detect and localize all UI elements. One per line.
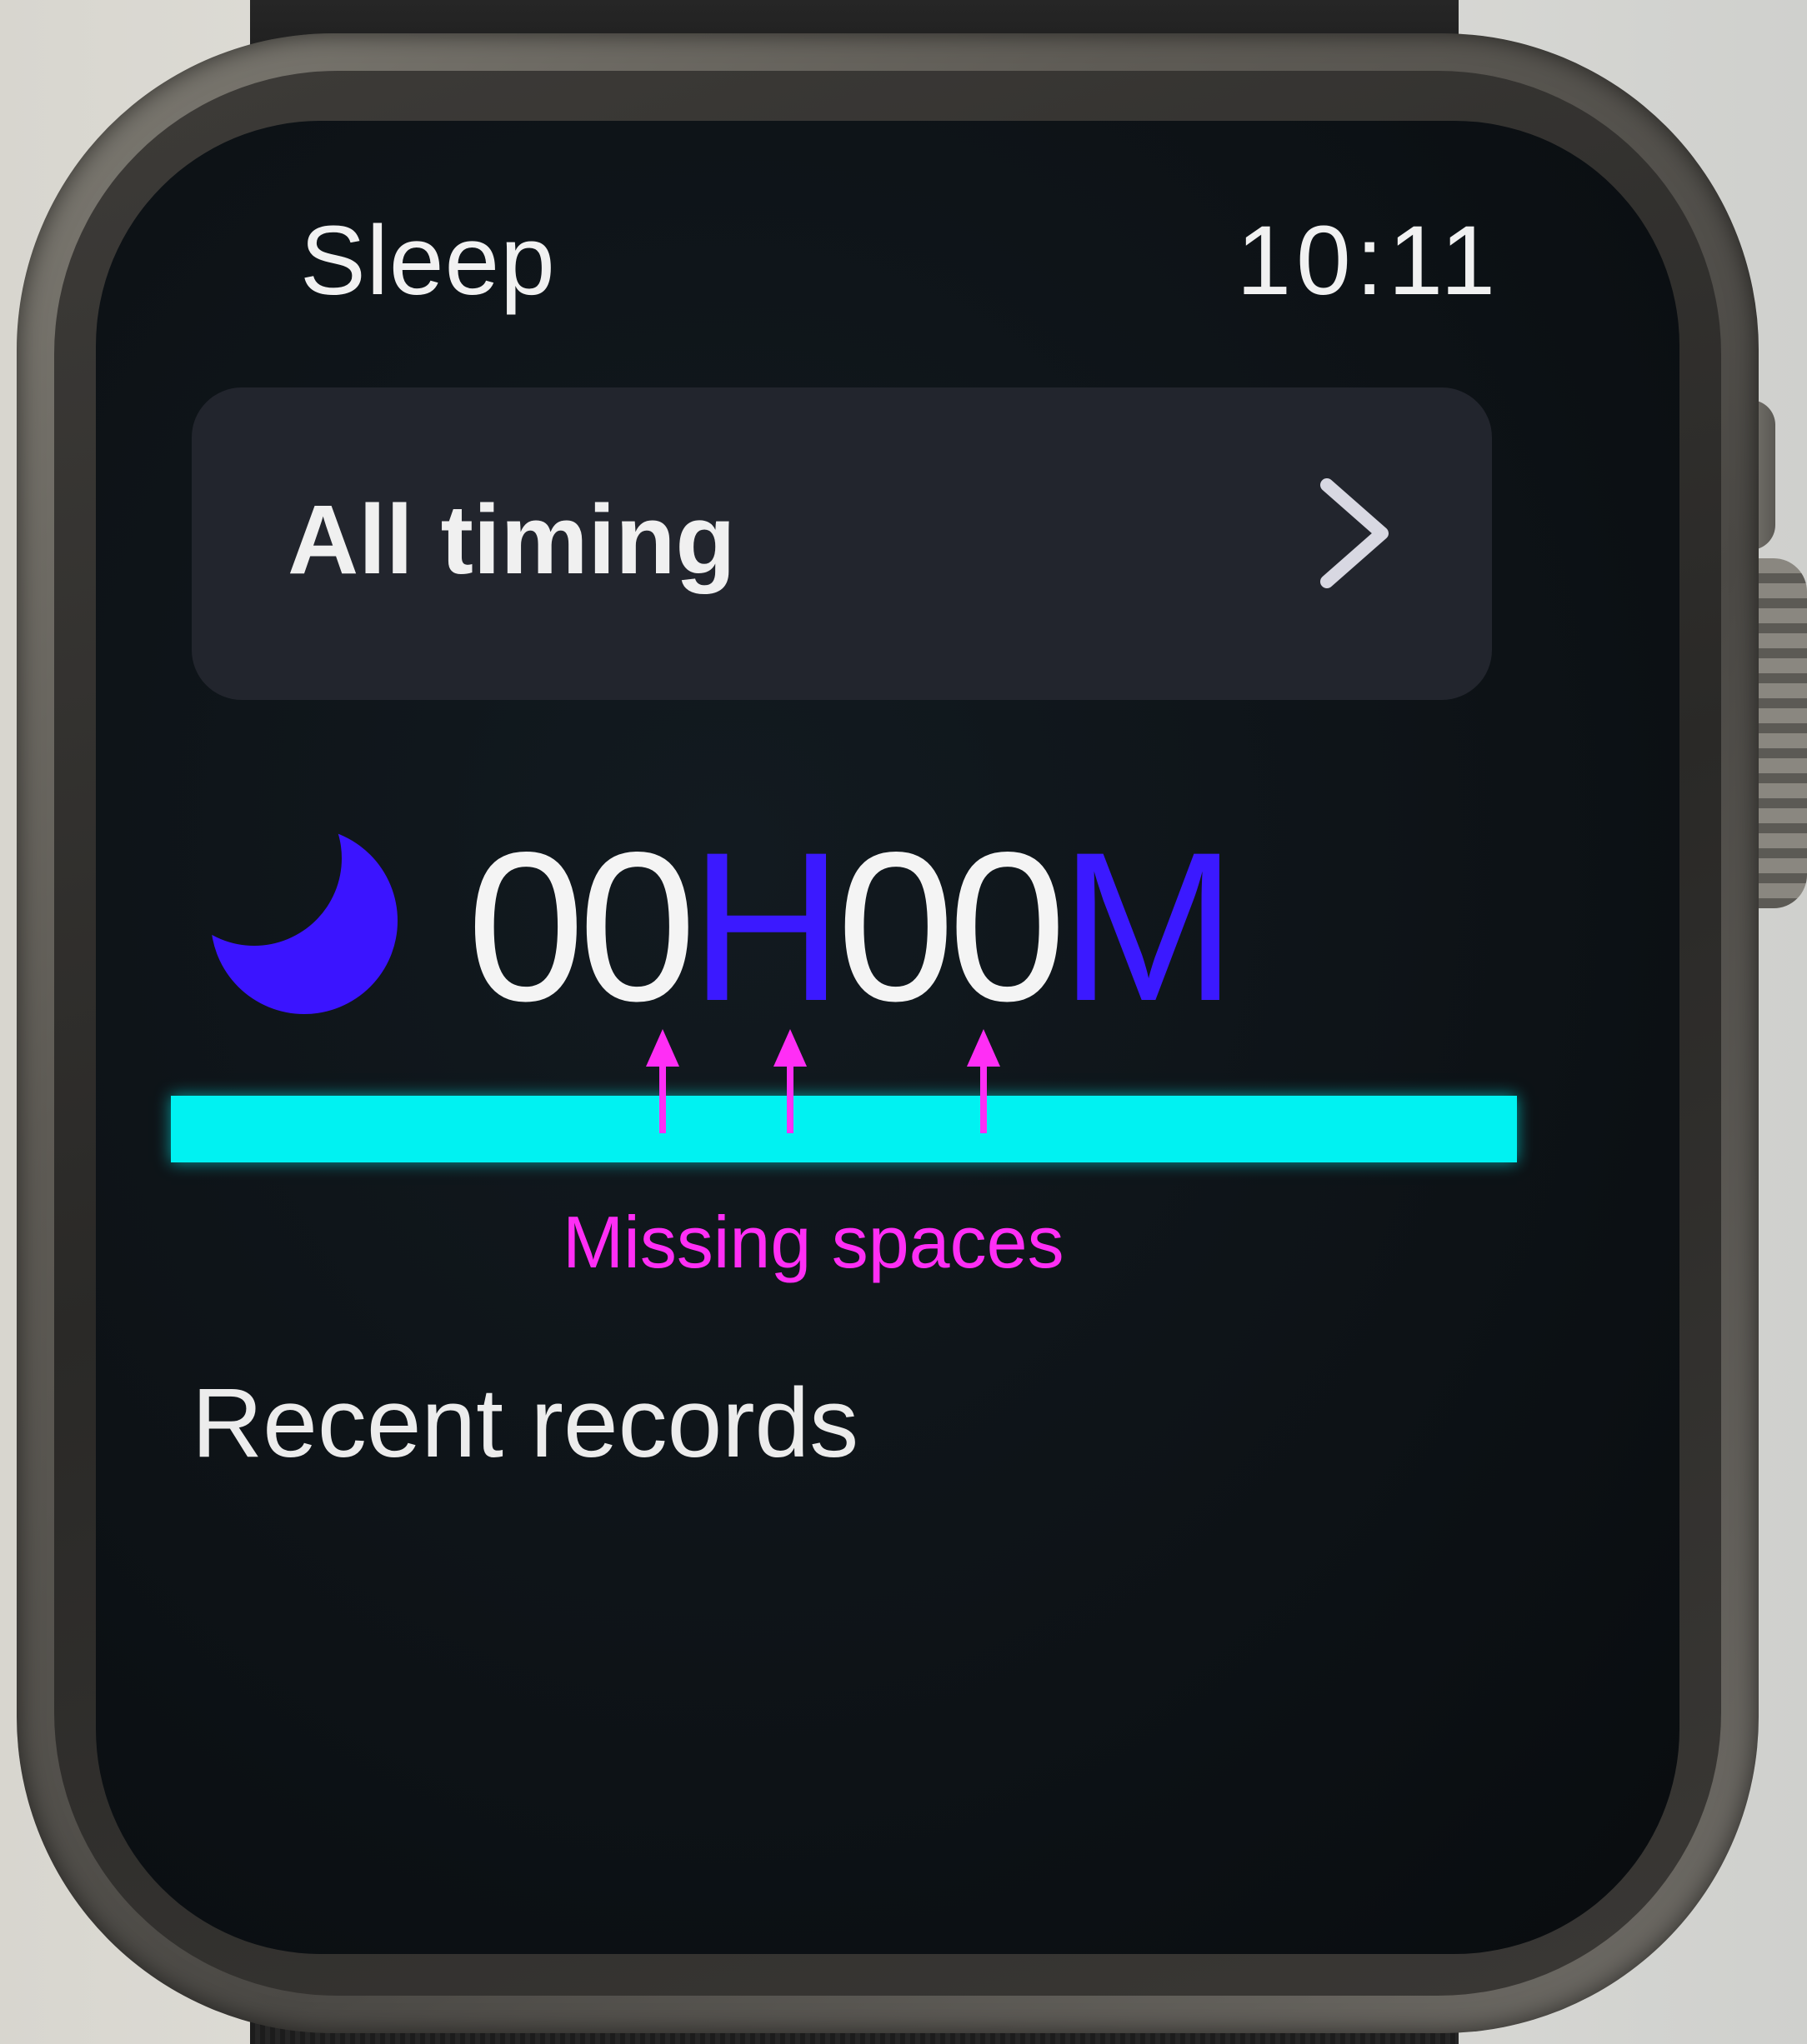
recent-records-heading: Recent records bbox=[192, 1368, 859, 1478]
all-timing-label: All timing bbox=[288, 485, 736, 595]
sleep-progress-bar bbox=[171, 1096, 1517, 1162]
hour-unit: H bbox=[689, 808, 843, 1046]
watch-screen: Sleep 10:11 All timing 00H00M Recent rec… bbox=[96, 121, 1679, 1954]
chevron-right-icon bbox=[1320, 478, 1389, 588]
sleep-hours: 00 bbox=[467, 808, 697, 1046]
sleep-duration: 00H00M bbox=[467, 821, 1237, 1033]
minute-unit: M bbox=[1059, 808, 1236, 1046]
photo-scene: Sleep 10:11 All timing 00H00M Recent rec… bbox=[0, 0, 1807, 2044]
all-timing-button[interactable]: All timing bbox=[192, 387, 1492, 700]
sleep-minutes: 00 bbox=[836, 808, 1067, 1046]
app-title: Sleep bbox=[300, 206, 556, 316]
sleep-progress-fill bbox=[171, 1096, 1517, 1162]
clock-time: 10:11 bbox=[1236, 206, 1500, 316]
moon-icon bbox=[211, 827, 398, 1014]
annotation-label: Missing spaces bbox=[563, 1201, 1064, 1283]
